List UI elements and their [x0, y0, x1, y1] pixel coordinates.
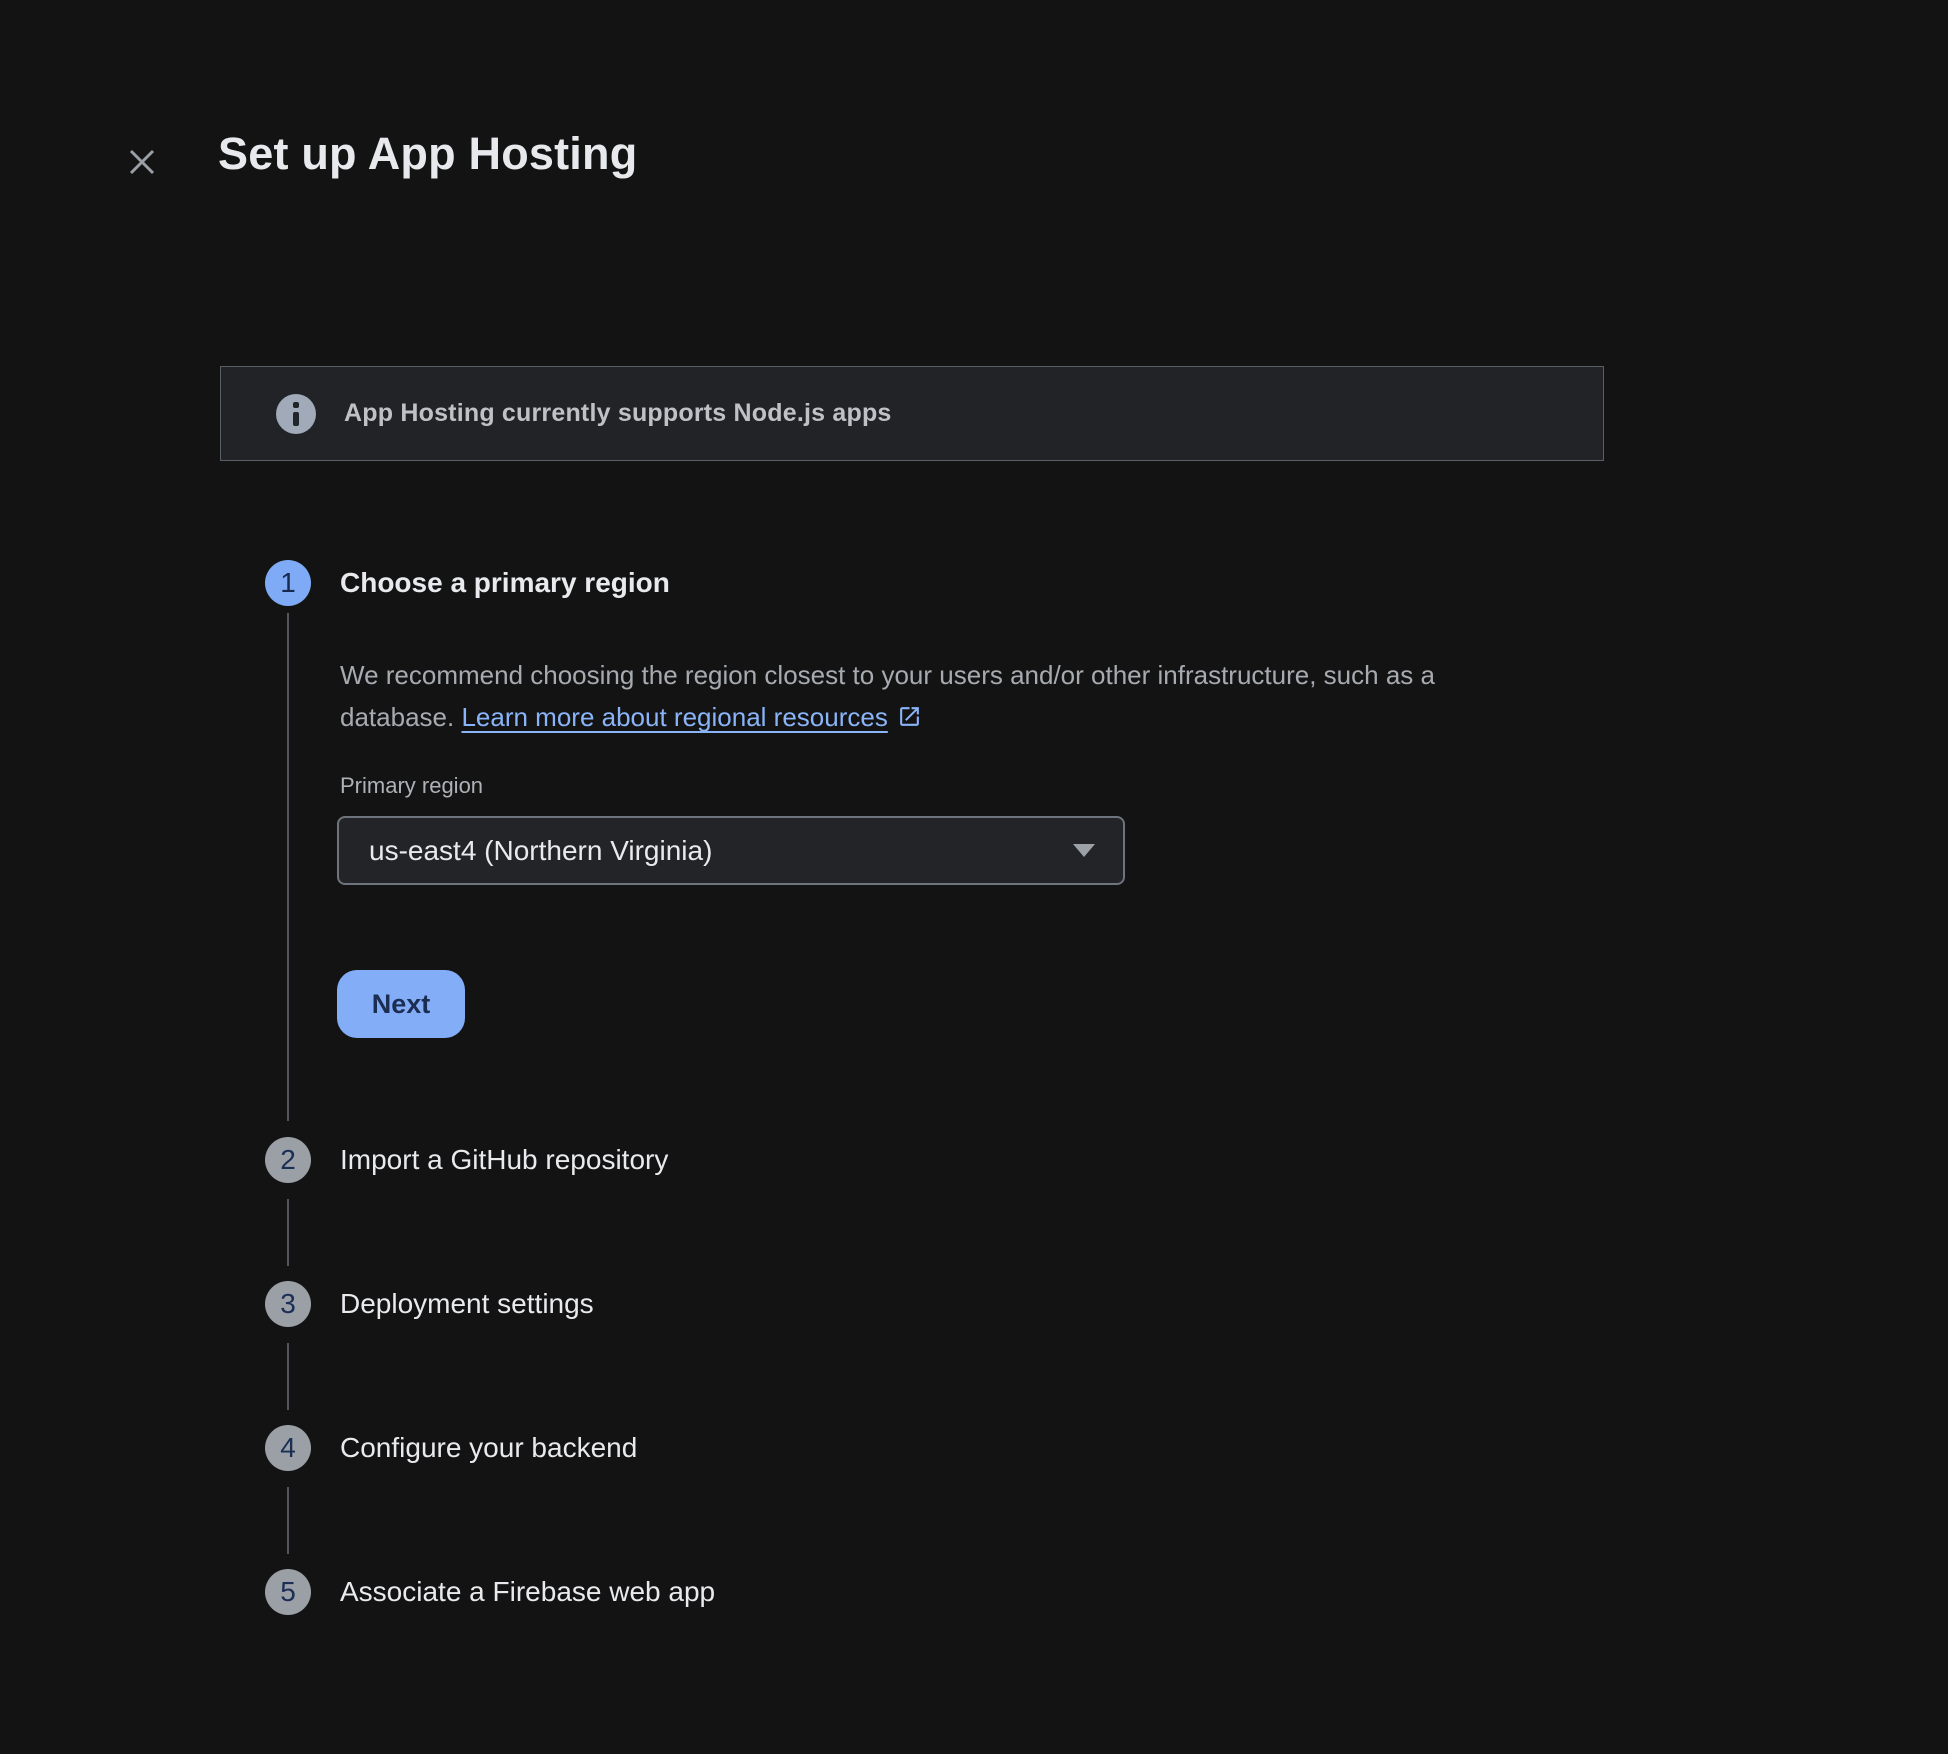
step-title-associate-firebase-web-app: Associate a Firebase web app	[340, 1574, 715, 1610]
primary-region-value: us-east4 (Northern Virginia)	[369, 835, 1073, 867]
step-title-import-github-repository: Import a GitHub repository	[340, 1142, 668, 1178]
chevron-down-icon	[1073, 844, 1095, 857]
step-connector	[287, 1199, 289, 1266]
step-title-configure-your-backend: Configure your backend	[340, 1430, 637, 1466]
learn-more-link[interactable]: Learn more about regional resources	[461, 702, 921, 732]
step-connector	[287, 613, 289, 1121]
page-title: Set up App Hosting	[218, 128, 637, 180]
step-title-choose-primary-region: Choose a primary region	[340, 565, 670, 601]
step-connector	[287, 1487, 289, 1554]
close-button[interactable]	[118, 138, 166, 186]
step-number: 2	[280, 1144, 296, 1176]
banner-message: App Hosting currently supports Node.js a…	[344, 399, 892, 428]
info-banner: App Hosting currently supports Node.js a…	[220, 366, 1604, 461]
external-link-icon	[897, 704, 922, 729]
step-indicator-3: 3	[265, 1281, 311, 1327]
step-number: 5	[280, 1576, 296, 1608]
info-icon	[276, 394, 316, 434]
step-number: 4	[280, 1432, 296, 1464]
step-title-deployment-settings: Deployment settings	[340, 1286, 594, 1322]
step-connector	[287, 1343, 289, 1410]
step-number: 1	[280, 567, 296, 599]
step-indicator-5: 5	[265, 1569, 311, 1615]
step-indicator-4: 4	[265, 1425, 311, 1471]
step-number: 3	[280, 1288, 296, 1320]
primary-region-select[interactable]: us-east4 (Northern Virginia)	[337, 816, 1125, 885]
next-button[interactable]: Next	[337, 970, 465, 1038]
step-indicator-1: 1	[265, 560, 311, 606]
close-icon	[124, 144, 160, 180]
primary-region-label: Primary region	[340, 773, 483, 799]
region-description: We recommend choosing the region closest…	[340, 654, 1555, 738]
step-indicator-2: 2	[265, 1137, 311, 1183]
